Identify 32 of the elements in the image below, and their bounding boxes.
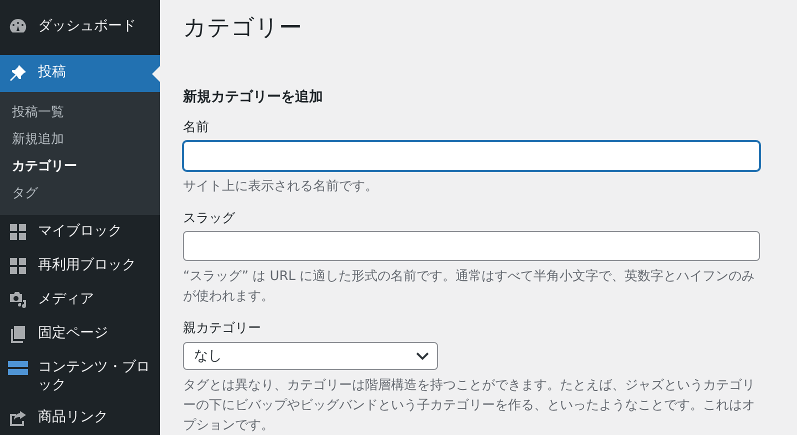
grid-icon xyxy=(8,256,28,276)
field-label: 親カテゴリー xyxy=(183,321,262,338)
sidebar-item[interactable]: コンテンツ・ブロック xyxy=(0,351,160,402)
sidebar-item[interactable]: 再利用ブロック xyxy=(0,249,160,283)
pages-icon xyxy=(8,324,28,344)
field-label: 名前 xyxy=(183,120,210,137)
chevron-down-icon xyxy=(416,352,429,361)
share-icon xyxy=(8,408,28,428)
sidebar-item[interactable]: メディア xyxy=(0,283,160,317)
sidebar-item[interactable]: 商品リンク xyxy=(0,401,160,435)
pin-icon xyxy=(8,63,28,83)
input-field[interactable] xyxy=(183,231,760,262)
select-field[interactable]: なし xyxy=(183,342,438,370)
media-icon xyxy=(8,290,28,310)
help-text: “スラッグ” は URL に適した形式の名前です。通常はすべて半角小文字で、英数字とハイフンのみが使われます。 xyxy=(183,268,756,306)
field-label: スラッグ xyxy=(183,210,236,228)
section-heading: 新規カテゴリーを追加 xyxy=(183,88,324,106)
submenu-item[interactable]: 新規追加 xyxy=(0,126,160,153)
help-text: タグとは異なり、カテゴリーは階層構造を持つことができます。たとえば、ジャズというカテゴリーの下にビバップやビッグバンドという子カテゴリーを作る、といったようなことです。これはオプションです。 xyxy=(183,377,756,435)
input-field[interactable] xyxy=(183,140,760,171)
pointer-icon xyxy=(152,66,160,82)
submenu-item[interactable]: カテゴリー xyxy=(0,153,160,180)
grid-icon xyxy=(8,222,28,242)
sidebar-item[interactable]: ダッシュボード xyxy=(0,0,160,55)
sidebar-item[interactable]: マイブロック xyxy=(0,215,160,249)
help-text: サイト上に表示される名前です。 xyxy=(183,178,379,196)
sidebar-item[interactable]: 固定ページ xyxy=(0,317,160,351)
submenu-item[interactable]: タグ xyxy=(0,180,160,207)
page-title: カテゴリー xyxy=(183,14,303,43)
submenu-item[interactable]: 投稿一覧 xyxy=(0,99,160,126)
sidebar-item[interactable]: 投稿 xyxy=(0,55,160,92)
bars-icon xyxy=(8,358,28,378)
